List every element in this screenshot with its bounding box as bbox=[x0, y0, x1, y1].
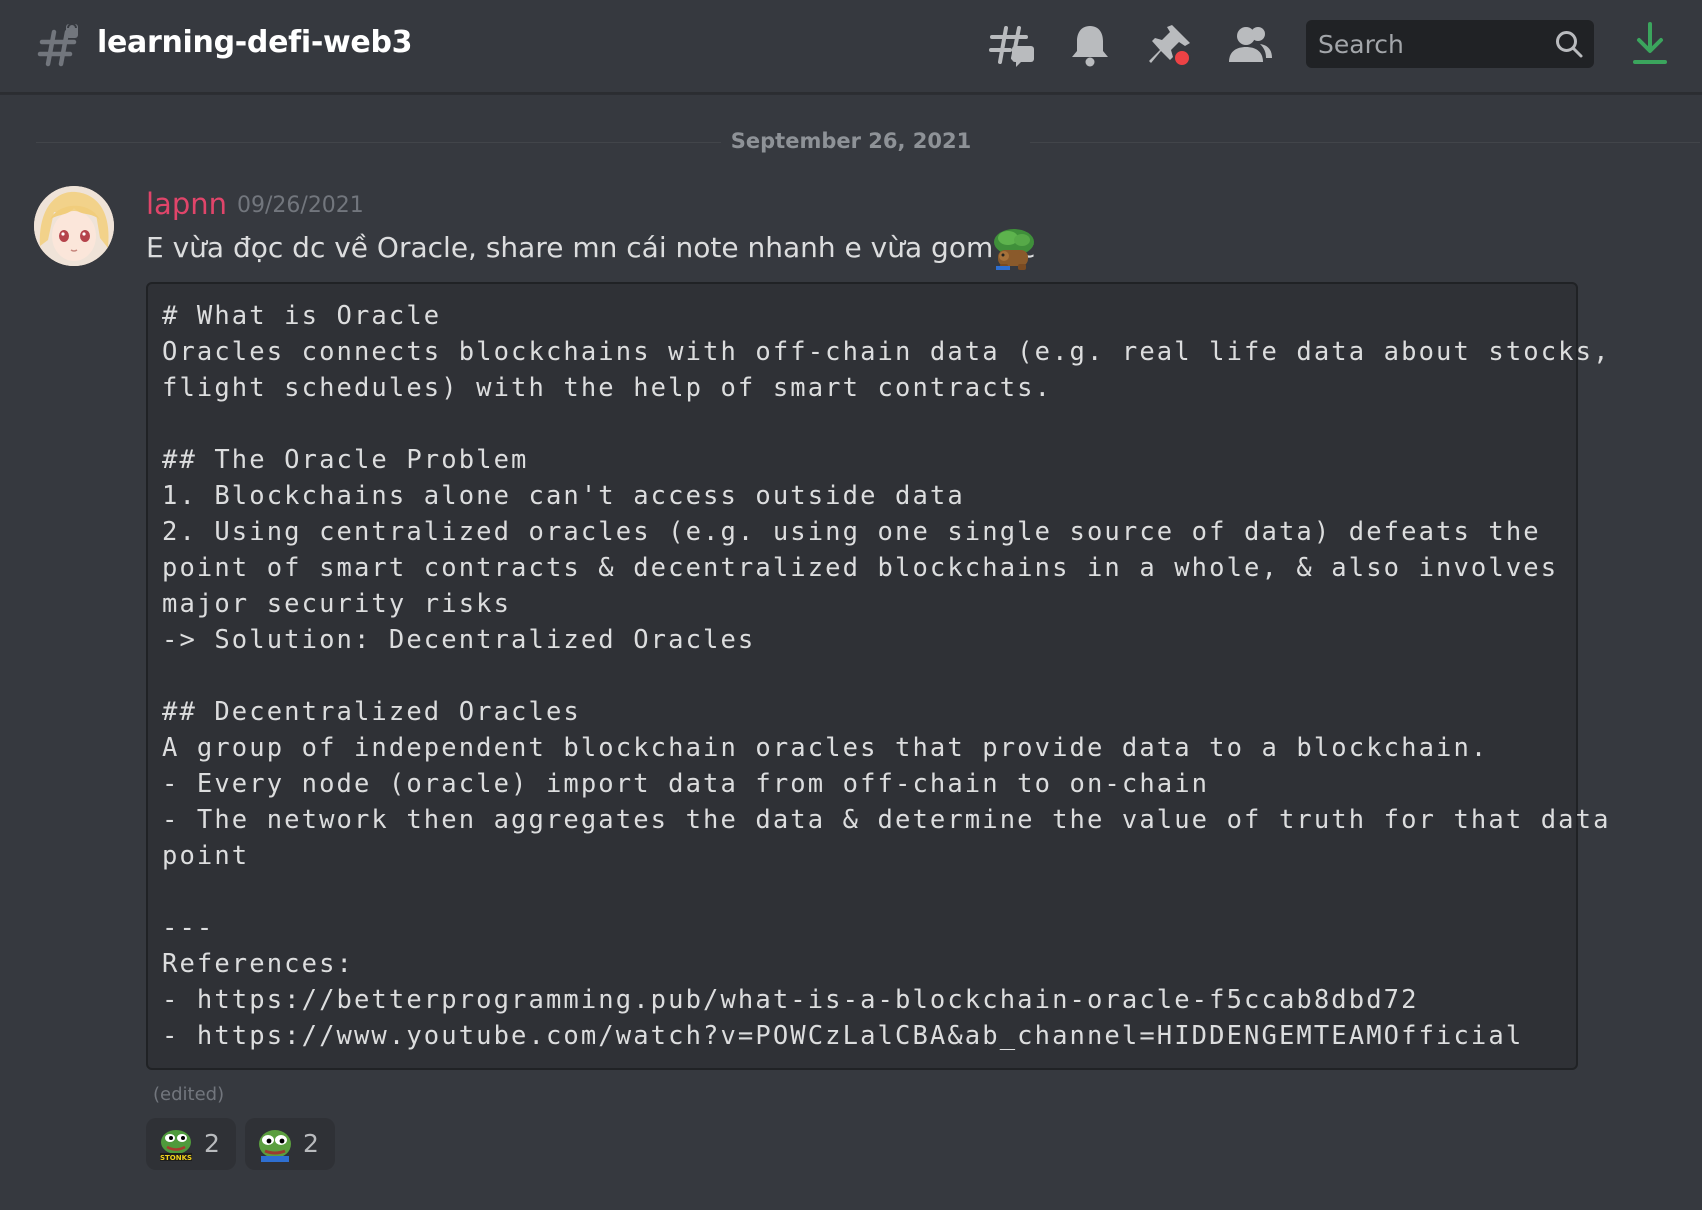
message-text: E vừa đọc dc về Oracle, share mn cái not… bbox=[146, 231, 1036, 264]
edited-label: (edited) bbox=[153, 1084, 225, 1105]
pinned-messages-button[interactable] bbox=[1146, 22, 1194, 68]
date-divider-label: September 26, 2021 bbox=[720, 129, 982, 153]
channel-header: learning-defi-web3 bbox=[0, 0, 1702, 94]
bell-icon bbox=[1072, 26, 1108, 67]
member-list-button[interactable] bbox=[1226, 22, 1274, 68]
reaction-pepe[interactable]: 2 bbox=[245, 1118, 335, 1170]
threads-button[interactable] bbox=[988, 22, 1036, 68]
pin-icon bbox=[1149, 25, 1191, 67]
reaction-count: 2 bbox=[303, 1129, 319, 1158]
message-timestamp: 09/26/2021 bbox=[237, 193, 364, 218]
notification-settings-button[interactable] bbox=[1066, 22, 1114, 68]
turtle-tree-emoji bbox=[994, 229, 1034, 270]
code-content: # What is Oracle Oracles connects blockc… bbox=[162, 301, 1611, 1051]
anime-avatar-image bbox=[34, 186, 114, 266]
members-icon bbox=[1229, 27, 1272, 62]
channel-name: learning-defi-web3 bbox=[97, 25, 413, 60]
reaction-count: 2 bbox=[204, 1129, 220, 1158]
date-divider: September 26, 2021 bbox=[0, 126, 1702, 156]
avatar[interactable] bbox=[34, 186, 114, 266]
pepe-emoji bbox=[259, 1130, 291, 1162]
message-author[interactable]: lapnn bbox=[146, 186, 227, 222]
threads-icon bbox=[989, 26, 1034, 67]
stonks-pepe-emoji: STONKS bbox=[160, 1130, 192, 1162]
svg-text:STONKS: STONKS bbox=[160, 1154, 192, 1162]
download-icon[interactable] bbox=[1630, 20, 1670, 68]
hashtag-icon bbox=[37, 23, 78, 67]
search-icon[interactable] bbox=[1554, 29, 1584, 59]
code-block: # What is Oracle Oracles connects blockc… bbox=[146, 282, 1608, 1070]
reaction-stonks-pepe[interactable]: STONKS 2 bbox=[146, 1118, 236, 1170]
search-input[interactable] bbox=[1306, 20, 1560, 68]
search-box[interactable] bbox=[1306, 20, 1594, 68]
